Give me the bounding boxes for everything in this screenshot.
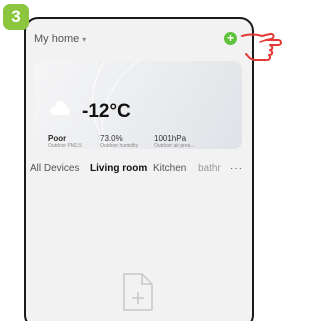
stat-label: Outdoor air prea... (154, 143, 195, 149)
chevron-down-icon: ▾ (82, 35, 87, 44)
tab-living-room[interactable]: Living room (90, 163, 147, 174)
tab-all-devices[interactable]: All Devices (30, 163, 79, 174)
hand-pointer-icon (241, 32, 282, 61)
stat-label: Outdoor humidity (100, 143, 139, 149)
weather-card[interactable]: -12°C Poor Outdoor PM2.5 73.0% Outdoor h… (34, 61, 242, 149)
add-device-button[interactable]: + (224, 32, 237, 45)
stat-value: Poor (48, 134, 67, 143)
stat-value: 73.0% (100, 134, 123, 143)
tab-bathroom[interactable]: bathr (198, 163, 221, 174)
cloud-icon (50, 101, 70, 115)
stat-label: Outdoor PM2.5 (48, 143, 82, 149)
stat-value: 1001hPa (154, 134, 187, 143)
room-tabs: All Devices Living room Kitchen bathr ··… (26, 163, 252, 177)
tab-kitchen[interactable]: Kitchen (153, 163, 186, 174)
stat-pressure: 1001hPa Outdoor air prea... (154, 134, 195, 149)
home-selector[interactable]: My home ▾ (34, 33, 86, 45)
more-tabs-button[interactable]: ··· (230, 163, 243, 174)
home-name: My home (34, 33, 80, 45)
step-badge: 3 (3, 4, 29, 30)
phone-frame: My home ▾ + -12°C Poor Outdoor PM2.5 73.0… (24, 17, 254, 321)
temperature: -12°C (82, 101, 131, 122)
stat-humidity: 73.0% Outdoor humidity (100, 134, 138, 149)
stat-pm25: Poor Outdoor PM2.5 (48, 134, 82, 149)
document-plus-icon (123, 273, 153, 311)
